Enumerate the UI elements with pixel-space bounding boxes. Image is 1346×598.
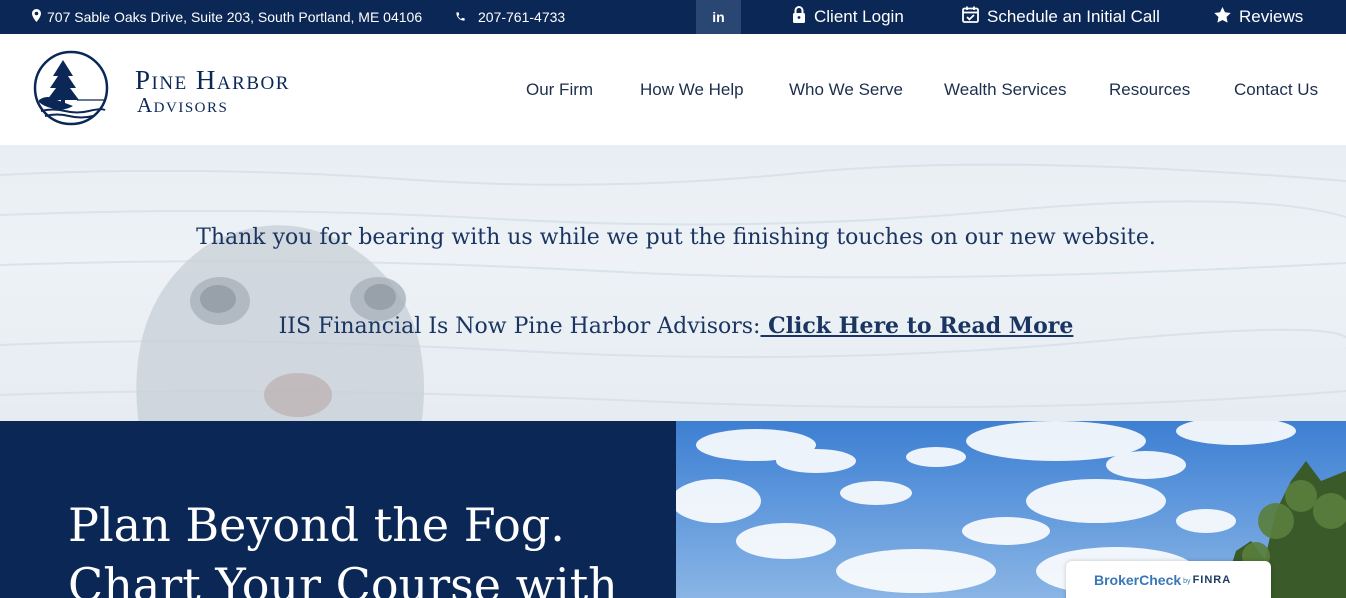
schedule-call-link[interactable]: Schedule an Initial Call <box>962 0 1160 34</box>
phone-icon <box>455 9 478 25</box>
schedule-call-label: Schedule an Initial Call <box>987 7 1160 26</box>
linkedin-icon: in <box>712 9 725 25</box>
site-header: Pine Harbor Advisors Our Firm How We Hel… <box>0 34 1346 145</box>
read-more-link[interactable]: Click Here to Read More <box>760 313 1073 339</box>
banner-notice: IIS Financial Is Now Pine Harbor Advisor… <box>0 313 1346 339</box>
top-utility-bar: 707 Sable Oaks Drive, Suite 203, South P… <box>0 0 1346 34</box>
phone-number: 207-761-4733 <box>478 9 566 25</box>
nav-our-firm[interactable]: Our Firm <box>526 34 593 145</box>
nav-who-we-serve[interactable]: Who We Serve <box>789 34 903 145</box>
linkedin-button[interactable]: in <box>696 0 741 34</box>
calendar-check-icon <box>962 6 987 28</box>
brokercheck-brand: BrokerCheck <box>1094 572 1182 588</box>
main-nav: Our Firm How We Help Who We Serve Wealth… <box>0 34 1346 145</box>
nav-how-we-help[interactable]: How We Help <box>640 34 744 145</box>
star-icon <box>1214 6 1239 28</box>
finra-label: FINRA <box>1192 574 1232 586</box>
nav-resources[interactable]: Resources <box>1109 34 1190 145</box>
reviews-label: Reviews <box>1239 7 1304 26</box>
address: 707 Sable Oaks Drive, Suite 203, South P… <box>32 0 422 34</box>
hero-text-panel: Plan Beyond the Fog. Chart Your Course w… <box>0 421 676 598</box>
hero-line1: Plan Beyond the Fog. <box>68 498 565 552</box>
phone-link[interactable]: 207-761-4733 <box>455 0 565 34</box>
brokercheck-widget[interactable]: BrokerCheck by FINRA <box>1066 561 1271 598</box>
banner-message: Thank you for bearing with us while we p… <box>196 225 1156 250</box>
announcement-banner: Thank you for bearing with us while we p… <box>0 145 1346 421</box>
address-text: 707 Sable Oaks Drive, Suite 203, South P… <box>47 9 423 25</box>
nav-wealth-services[interactable]: Wealth Services <box>944 34 1067 145</box>
hero-line2: Chart Your Course with <box>68 558 618 598</box>
seal-photo <box>136 225 424 421</box>
banner-notice-prefix: IIS Financial Is Now Pine Harbor Advisor… <box>278 314 761 339</box>
client-login-link[interactable]: Client Login <box>792 0 904 34</box>
hero-heading: Plan Beyond the Fog. Chart Your Course w… <box>68 495 618 598</box>
brokercheck-by: by <box>1183 578 1191 585</box>
reviews-link[interactable]: Reviews <box>1214 0 1303 34</box>
map-pin-icon <box>32 9 47 25</box>
client-login-label: Client Login <box>814 7 904 26</box>
nav-contact-us[interactable]: Contact Us <box>1234 34 1318 145</box>
lock-icon <box>792 6 814 28</box>
